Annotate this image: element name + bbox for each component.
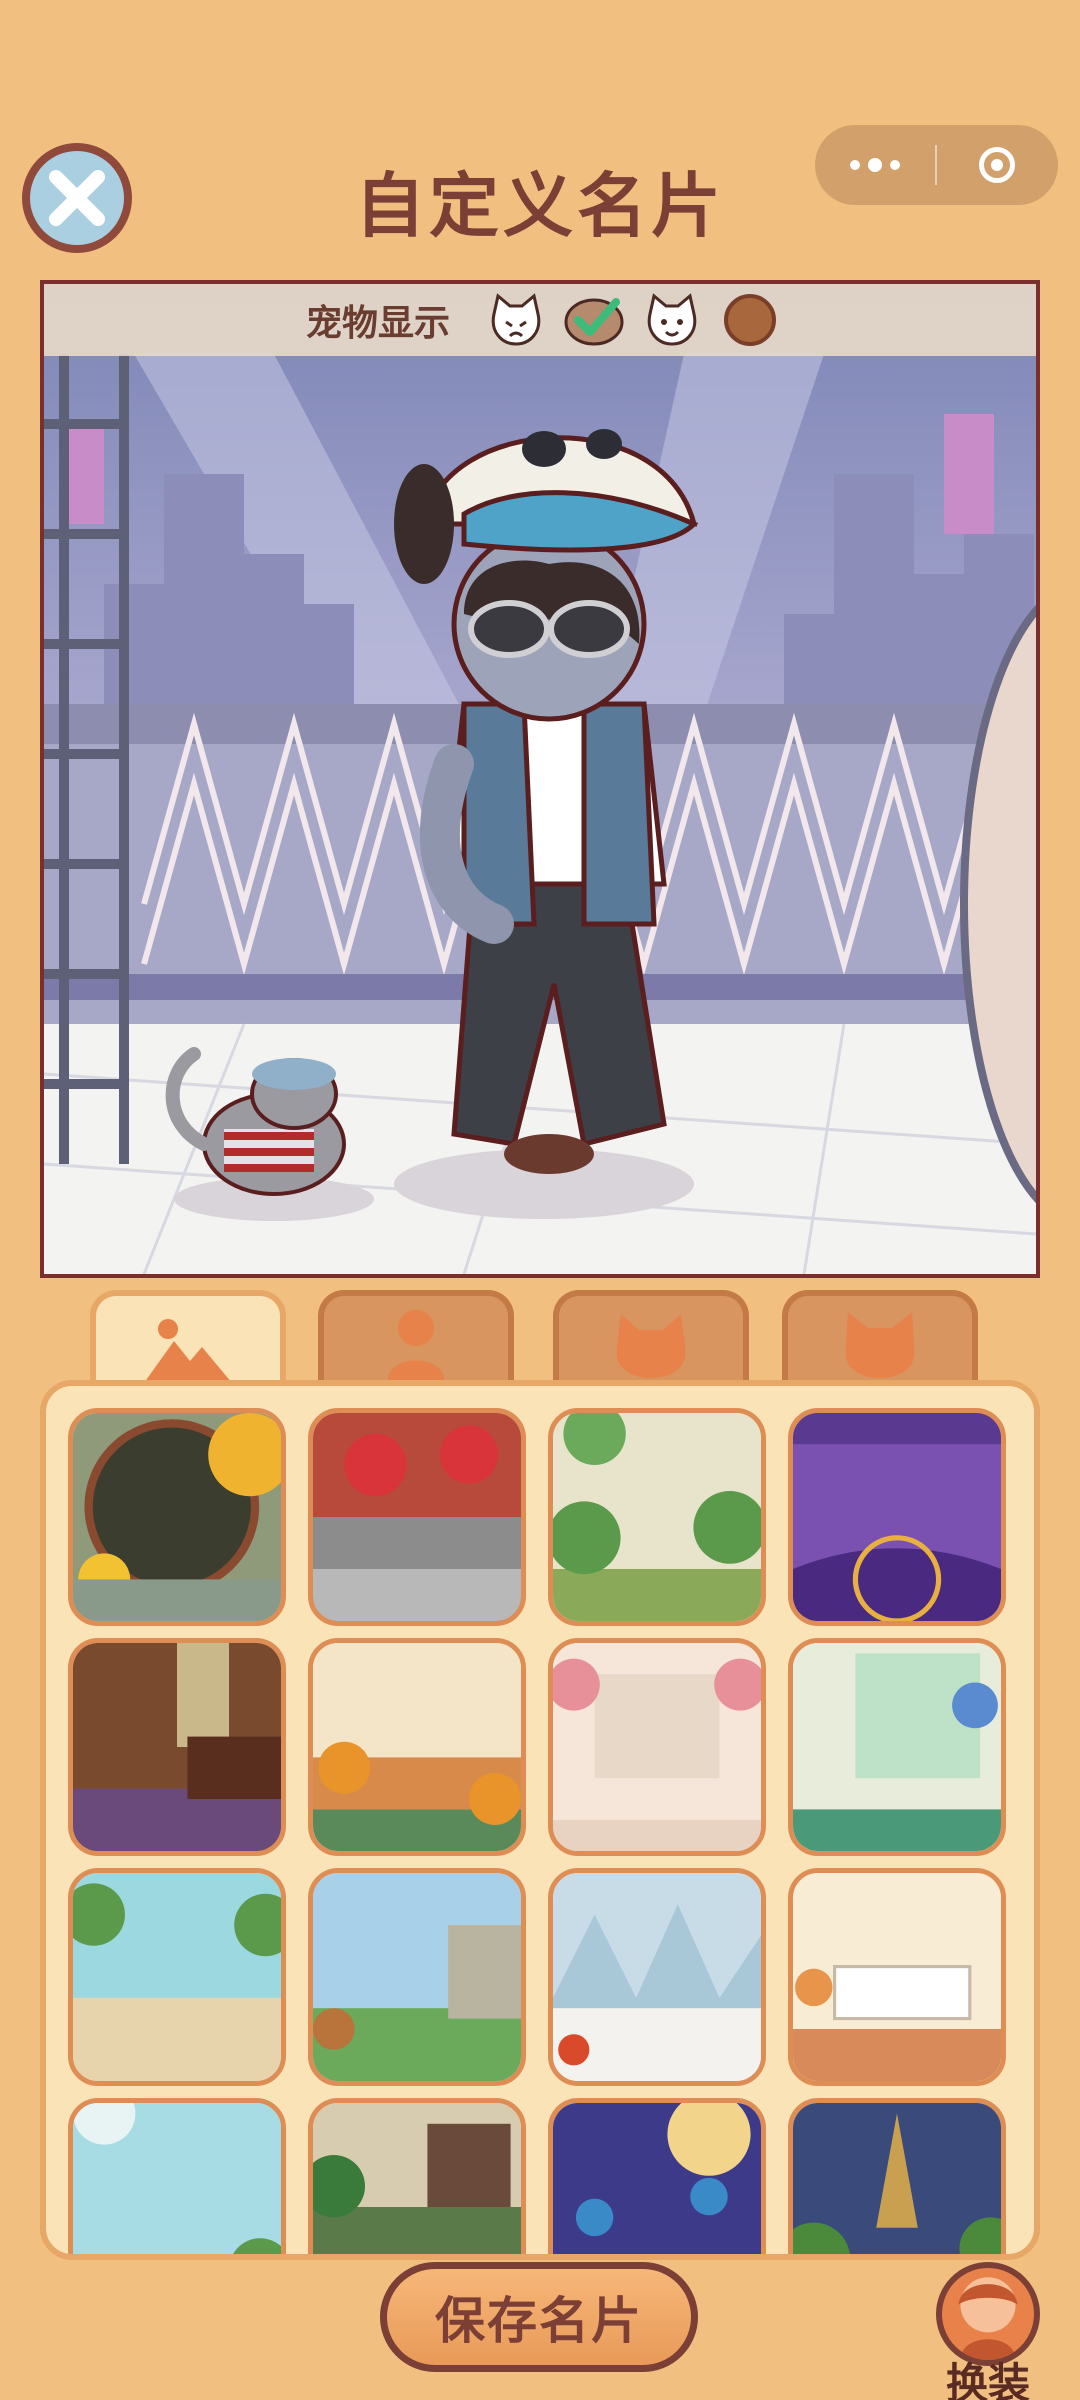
more-dots-icon-center [868,158,882,172]
bg-tile-garden-brick-wall[interactable] [548,1408,766,1626]
tab-pet[interactable] [553,1290,749,1392]
target-icon [979,147,1015,183]
scene-illustration [44,284,1036,1274]
save-card-button[interactable]: 保存名片 [380,2262,698,2372]
bg-tile-sky-meadow[interactable] [68,2098,286,2254]
pet-display-label: 宠物显示 [306,303,451,344]
dress-up-label: 换装 [945,2359,1030,2400]
cat-head-icon [845,1312,915,1378]
cat-face-icon [616,1314,686,1378]
more-dots-icon [850,160,860,170]
bg-tile-rustic-farm[interactable] [308,1868,526,2086]
mountain-icon [144,1319,232,1383]
bg-tile-purple-stage[interactable] [788,1408,1006,1626]
cat-sad-icon [491,293,541,346]
dress-up-button[interactable]: 换装 [932,2262,1044,2400]
pet-option-check[interactable] [564,292,624,348]
pet-option-sad[interactable] [486,292,546,348]
background-grid [68,1408,1006,2254]
check-icon [564,298,624,346]
tab-character[interactable] [318,1290,514,1392]
bg-tile-jungle-window[interactable] [308,2098,526,2254]
bg-tile-wooden-study[interactable] [68,1638,286,1856]
cat-happy-icon [647,293,697,346]
bg-tile-snowy-forest[interactable] [548,1868,766,2086]
app-root: 自定义名片 宠物显示 保存名片 换装 [0,0,1080,2400]
mini-program-capsule [815,125,1058,205]
bg-tile-tropical-beach[interactable] [68,1868,286,2086]
bg-tile-night-lantern[interactable] [548,2098,766,2254]
bg-tile-floral-bedroom[interactable] [548,1638,766,1856]
bg-tile-cozy-bedroom[interactable] [788,1868,1006,2086]
tab-pet-2[interactable] [782,1290,978,1392]
card-preview: 宠物显示 [40,280,1040,1278]
color-dot-icon [724,294,777,346]
bg-tile-red-plum-courtyard[interactable] [308,1408,526,1626]
pet-option-color[interactable] [720,292,780,348]
bg-tile-pumpkin-room[interactable] [308,1638,526,1856]
bg-tile-golden-tower[interactable] [788,2098,1006,2254]
person-icon [388,1310,444,1380]
pet-option-happy[interactable] [642,292,702,348]
bg-tile-greenhouse-window[interactable] [788,1638,1006,1856]
more-dots-icon-right [890,160,900,170]
more-button[interactable] [815,125,935,205]
background-panel [40,1380,1040,2260]
bg-tile-autumn-moon-window[interactable] [68,1408,286,1626]
pet-display-bar: 宠物显示 [44,284,1036,356]
exit-button[interactable] [937,125,1057,205]
